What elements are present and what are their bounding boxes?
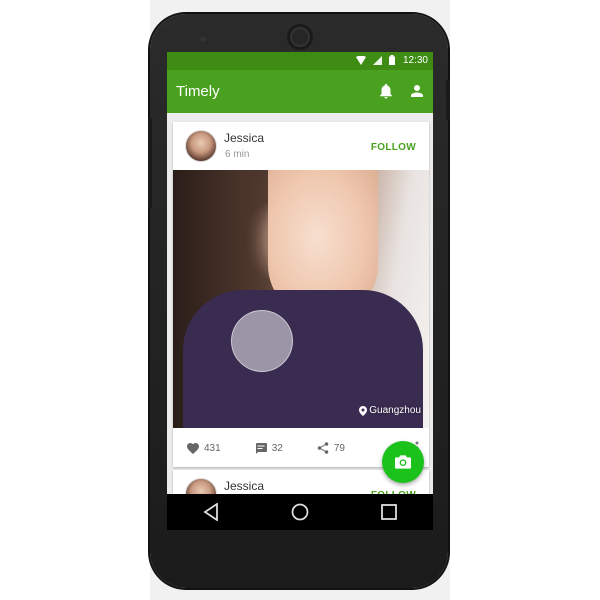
app-bar: Timely xyxy=(167,70,433,113)
post-photo[interactable]: Guangzhou xyxy=(173,170,429,428)
camera-icon xyxy=(395,455,411,469)
share-count: 79 xyxy=(333,442,345,454)
battery-icon xyxy=(389,55,395,65)
share-icon xyxy=(317,442,329,454)
post-author[interactable]: Jessica xyxy=(224,131,264,145)
heart-icon xyxy=(187,442,199,454)
photo-pendant xyxy=(231,310,293,372)
camera-fab[interactable] xyxy=(382,441,424,483)
comment-count: 32 xyxy=(271,442,283,454)
comment-button[interactable]: 32 xyxy=(255,442,283,454)
wifi-icon xyxy=(356,55,366,65)
back-button[interactable] xyxy=(199,500,223,524)
front-sensor xyxy=(200,36,206,42)
post-location[interactable]: Guangzhou xyxy=(359,405,421,416)
location-pin-icon xyxy=(359,405,368,416)
location-label: Guangzhou xyxy=(369,405,421,416)
status-icons xyxy=(356,55,395,65)
home-button[interactable] xyxy=(288,500,312,524)
power-button xyxy=(446,80,450,120)
status-bar: 12:30 xyxy=(167,52,433,70)
avatar[interactable] xyxy=(185,130,217,162)
recents-button[interactable] xyxy=(377,500,401,524)
status-time: 12:30 xyxy=(402,55,428,66)
recents-icon xyxy=(380,504,397,520)
comment-icon xyxy=(255,442,267,454)
share-button[interactable]: 79 xyxy=(317,442,345,454)
volume-button xyxy=(148,118,152,208)
post-card: Jessica 6 min FOLLOW Guangzhou 431 32 79 xyxy=(173,122,429,467)
follow-button[interactable]: FOLLOW xyxy=(371,142,416,153)
front-camera xyxy=(287,24,313,50)
post-author[interactable]: Jessica xyxy=(224,479,264,493)
profile-icon[interactable] xyxy=(408,82,426,100)
app-title: Timely xyxy=(176,83,220,100)
home-icon xyxy=(291,503,309,521)
like-button[interactable]: 431 xyxy=(187,442,221,454)
system-nav-bar xyxy=(167,494,433,530)
back-icon xyxy=(203,503,219,521)
signal-icon xyxy=(373,55,382,65)
bell-icon[interactable] xyxy=(377,82,395,100)
like-count: 431 xyxy=(204,442,221,454)
post-time: 6 min xyxy=(225,149,250,160)
